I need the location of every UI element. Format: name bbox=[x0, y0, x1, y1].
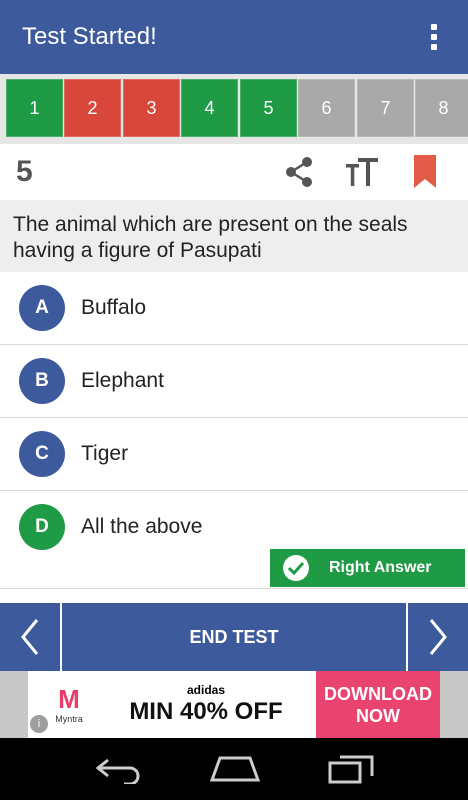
text-size-icon[interactable] bbox=[342, 152, 382, 192]
ad-info-icon[interactable]: i bbox=[30, 715, 48, 733]
system-navigation-bar bbox=[0, 738, 468, 800]
question-chip-1[interactable]: 1 bbox=[6, 79, 63, 137]
option-text: Elephant bbox=[81, 369, 164, 392]
question-text: The animal which are present on the seal… bbox=[0, 200, 468, 272]
option-letter: B bbox=[19, 358, 65, 404]
more-vert-icon[interactable] bbox=[414, 17, 454, 57]
download-now-button[interactable]: DOWNLOAD NOW bbox=[316, 671, 440, 738]
home-icon[interactable] bbox=[210, 756, 260, 782]
bookmark-icon[interactable] bbox=[405, 152, 445, 192]
option-text: All the above bbox=[81, 515, 203, 538]
myntra-logo: M Myntra bbox=[55, 683, 83, 724]
option-a[interactable]: A Buffalo bbox=[0, 272, 468, 345]
option-text: Buffalo bbox=[81, 296, 146, 319]
question-toolbar: 5 bbox=[0, 144, 468, 200]
question-chip-6[interactable]: 6 bbox=[298, 79, 355, 137]
option-letter: D bbox=[19, 504, 65, 550]
question-chip-8[interactable]: 8 bbox=[415, 79, 468, 137]
question-chip-5[interactable]: 5 bbox=[240, 79, 297, 137]
next-button[interactable] bbox=[408, 603, 468, 671]
ad-content[interactable]: M Myntra adidas MIN 40% OFF DOWNLOAD NOW bbox=[28, 671, 440, 738]
chevron-left-icon bbox=[21, 619, 39, 655]
offer-text: MIN 40% OFF bbox=[129, 698, 283, 725]
question-chip-4[interactable]: 4 bbox=[181, 79, 238, 137]
question-strip: 1 2 3 4 5 6 7 8 bbox=[0, 74, 468, 144]
page-title: Test Started! bbox=[22, 23, 157, 50]
right-answer-badge: Right Answer bbox=[270, 549, 465, 587]
bottom-navigation: END TEST bbox=[0, 603, 468, 671]
option-letter: C bbox=[19, 431, 65, 477]
question-chip-2[interactable]: 2 bbox=[64, 79, 121, 137]
option-b[interactable]: B Elephant bbox=[0, 345, 468, 418]
app-root: Test Started! 1 2 3 4 5 6 7 8 5 The anim… bbox=[0, 0, 468, 800]
check-icon bbox=[283, 555, 309, 581]
question-number: 5 bbox=[16, 155, 33, 188]
app-bar: Test Started! bbox=[0, 0, 468, 74]
question-chip-3[interactable]: 3 bbox=[123, 79, 180, 137]
share-icon[interactable] bbox=[279, 152, 319, 192]
end-test-button[interactable]: END TEST bbox=[60, 603, 408, 671]
ad-offer: adidas MIN 40% OFF bbox=[96, 683, 316, 726]
option-letter: A bbox=[19, 285, 65, 331]
question-chip-7[interactable]: 7 bbox=[357, 79, 414, 137]
chevron-right-icon bbox=[429, 619, 447, 655]
adidas-logo: adidas bbox=[186, 683, 225, 697]
back-icon[interactable] bbox=[94, 754, 142, 784]
option-c[interactable]: C Tiger bbox=[0, 418, 468, 491]
previous-button[interactable] bbox=[0, 603, 60, 671]
right-answer-label: Right Answer bbox=[329, 559, 432, 576]
option-text: Tiger bbox=[81, 442, 129, 465]
ad-banner[interactable]: M Myntra adidas MIN 40% OFF DOWNLOAD NOW… bbox=[0, 671, 468, 738]
recents-icon[interactable] bbox=[328, 754, 374, 784]
